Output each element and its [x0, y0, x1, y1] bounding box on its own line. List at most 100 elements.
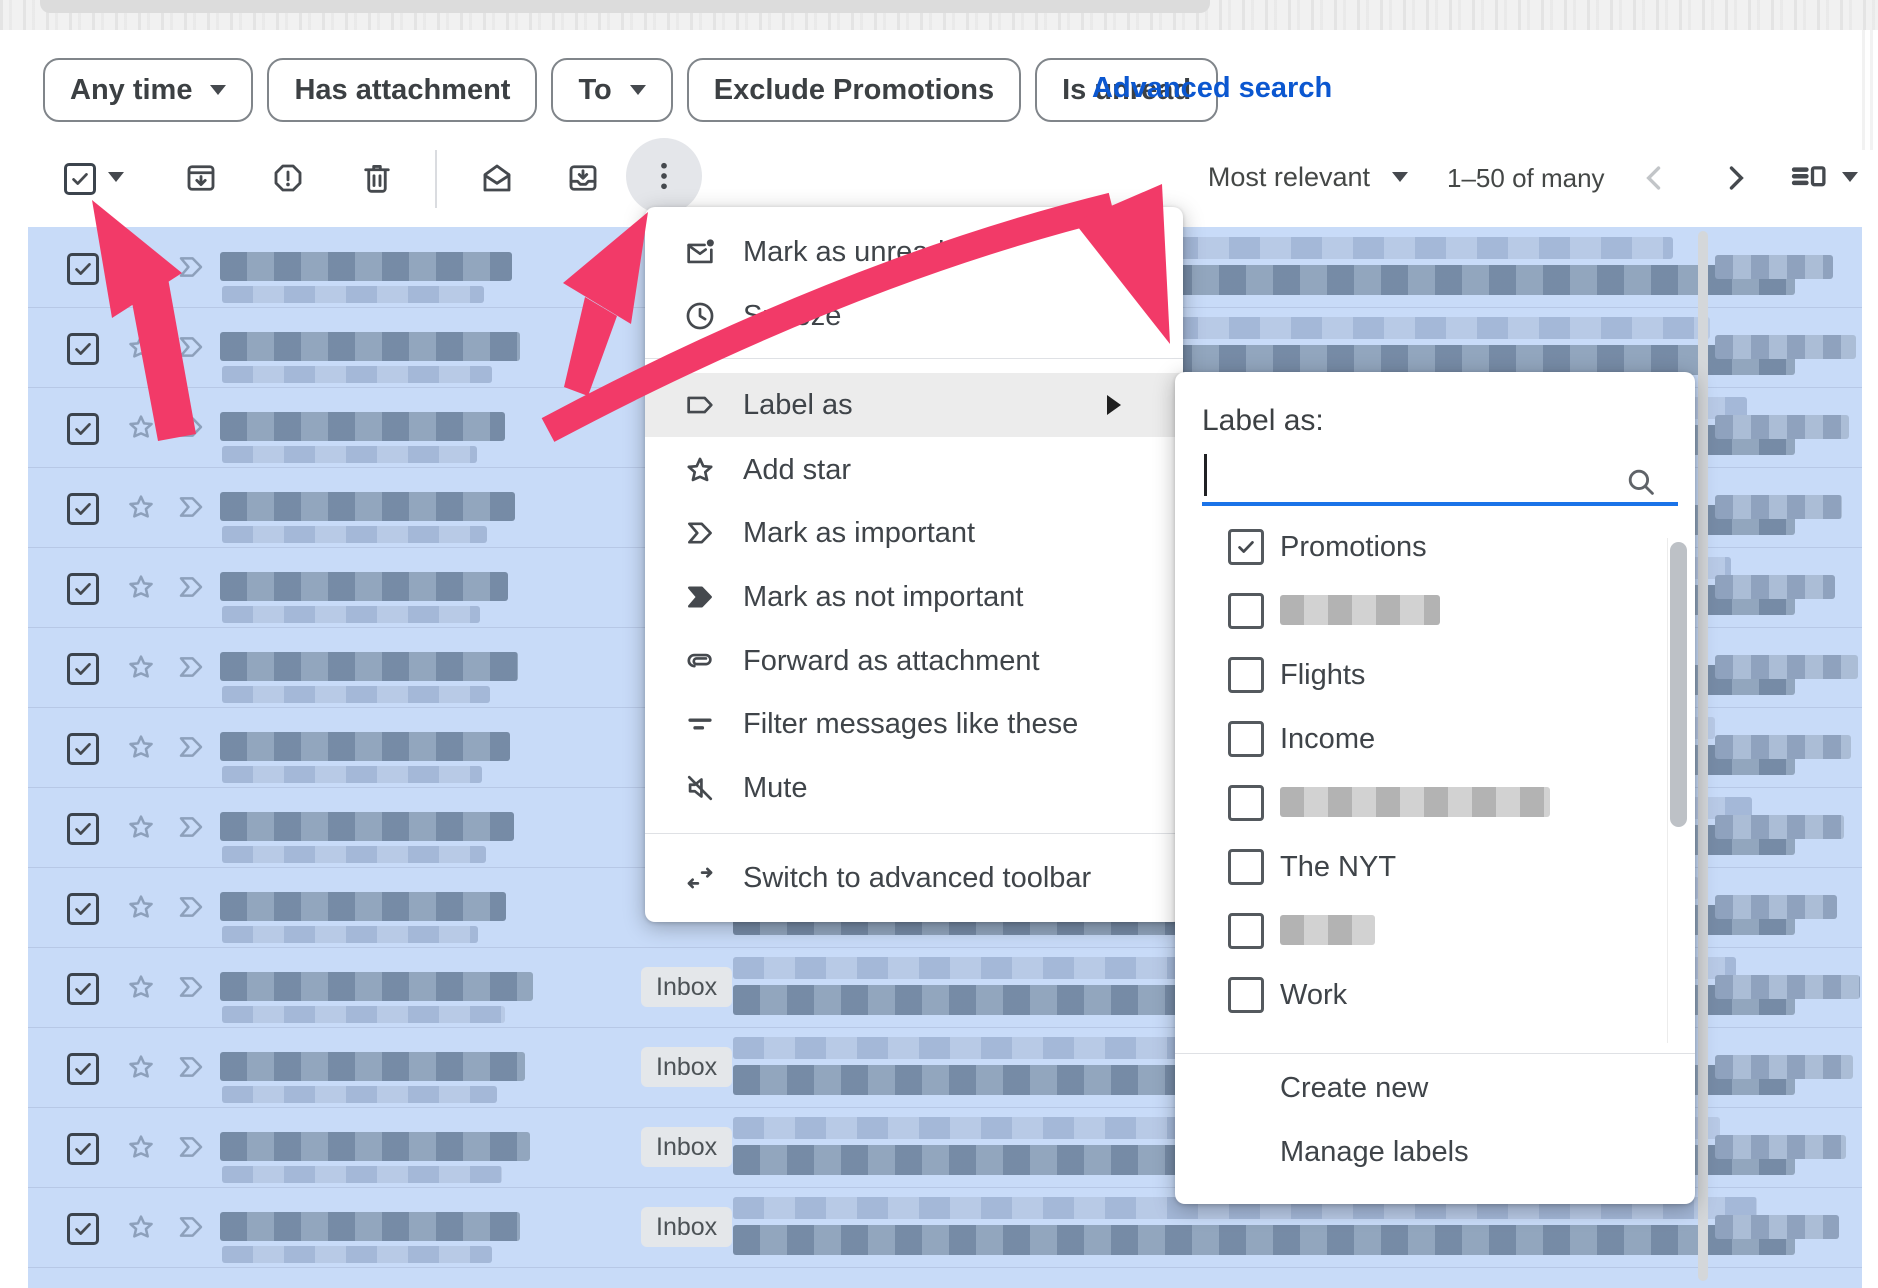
move-to-button[interactable]: [564, 159, 602, 197]
label-search-input[interactable]: [1202, 450, 1678, 502]
chevron-down-icon: [630, 85, 646, 95]
label-item-work[interactable]: Work: [1175, 963, 1661, 1027]
row-checkbox-checked[interactable]: [67, 253, 99, 285]
importance-marker-icon[interactable]: [175, 731, 207, 763]
inbox-label-chip: Inbox: [641, 967, 732, 1007]
newer-page-button[interactable]: [1632, 155, 1678, 201]
menu-item-mute[interactable]: Mute: [645, 756, 1183, 820]
report-spam-button[interactable]: [269, 159, 307, 197]
row-checkbox-checked[interactable]: [67, 1053, 99, 1085]
row-checkbox-checked[interactable]: [67, 413, 99, 445]
select-caret-icon[interactable]: [108, 172, 124, 182]
row-checkbox-checked[interactable]: [67, 893, 99, 925]
split-view-caret-icon[interactable]: [1842, 172, 1858, 182]
row-checkbox-checked[interactable]: [67, 813, 99, 845]
importance-marker-icon[interactable]: [175, 1211, 207, 1243]
star-icon[interactable]: [125, 491, 157, 523]
label-item-income[interactable]: Income: [1175, 707, 1661, 771]
submenu-scrollbar-track[interactable]: [1667, 538, 1668, 1043]
split-view-button[interactable]: [1788, 157, 1830, 204]
menu-item-snooze[interactable]: Snooze: [645, 284, 1183, 348]
filter-chip-any-time[interactable]: Any time: [43, 58, 253, 122]
star-icon[interactable]: [125, 1051, 157, 1083]
star-icon[interactable]: [125, 1211, 157, 1243]
checkbox-unchecked[interactable]: [1228, 913, 1264, 949]
importance-marker-icon[interactable]: [175, 1131, 207, 1163]
menu-item-mark-as-unread[interactable]: Mark as unread: [645, 220, 1183, 284]
label-item-promotions[interactable]: Promotions: [1175, 515, 1661, 579]
mark-as-read-button[interactable]: [478, 159, 516, 197]
row-checkbox-checked[interactable]: [67, 333, 99, 365]
search-icon[interactable]: [1623, 464, 1659, 500]
delete-button[interactable]: [358, 159, 396, 197]
checkbox-unchecked[interactable]: [1228, 657, 1264, 693]
label-item-blurred[interactable]: [1175, 771, 1661, 835]
star-icon[interactable]: [125, 891, 157, 923]
importance-marker-icon[interactable]: [175, 571, 207, 603]
filter-chip-to[interactable]: To: [551, 58, 672, 122]
row-checkbox-checked[interactable]: [67, 1133, 99, 1165]
importance-marker-icon[interactable]: [175, 811, 207, 843]
row-checkbox-checked[interactable]: [67, 733, 99, 765]
menu-item-mark-as-important[interactable]: Mark as important: [645, 501, 1183, 565]
label-item-the-nyt[interactable]: The NYT: [1175, 835, 1661, 899]
checkmark-icon: [72, 818, 94, 840]
older-page-button[interactable]: [1712, 155, 1758, 201]
star-icon[interactable]: [125, 1131, 157, 1163]
more-options-button[interactable]: [626, 138, 702, 214]
blurred-date: [1715, 255, 1833, 279]
checkbox-unchecked[interactable]: [1228, 593, 1264, 629]
importance-marker-icon[interactable]: [175, 971, 207, 1003]
star-icon[interactable]: [125, 411, 157, 443]
label-item-flights[interactable]: Flights: [1175, 643, 1661, 707]
importance-marker-icon[interactable]: [175, 891, 207, 923]
blurred-sender-line2: [222, 1246, 492, 1263]
blurred-date: [1715, 1215, 1839, 1239]
filter-chip-has-attachment[interactable]: Has attachment: [267, 58, 537, 122]
advanced-search-link[interactable]: Advanced search: [1092, 58, 1332, 118]
star-icon[interactable]: [125, 731, 157, 763]
label-item-blurred[interactable]: [1175, 899, 1661, 963]
submenu-scrollbar-thumb[interactable]: [1670, 542, 1687, 827]
sort-dropdown[interactable]: Most relevant: [1130, 162, 1370, 193]
importance-marker-icon[interactable]: [175, 331, 207, 363]
manage-labels-button[interactable]: Manage labels: [1280, 1136, 1469, 1169]
star-icon[interactable]: [125, 571, 157, 603]
importance-marker-icon[interactable]: [175, 411, 207, 443]
row-checkbox-checked[interactable]: [67, 653, 99, 685]
pagination-count: 1–50 of many: [1447, 163, 1605, 194]
star-icon[interactable]: [125, 811, 157, 843]
email-list-scrollbar[interactable]: [1698, 231, 1708, 1281]
menu-item-filter-messages-like-these[interactable]: Filter messages like these: [645, 692, 1183, 756]
filter-chip-exclude-promotions[interactable]: Exclude Promotions: [687, 58, 1021, 122]
checkbox-unchecked[interactable]: [1228, 977, 1264, 1013]
menu-item-label: Mute: [743, 772, 807, 805]
label-item-blurred[interactable]: [1175, 579, 1661, 643]
checkbox-checked[interactable]: [1228, 529, 1264, 565]
importance-marker-icon[interactable]: [175, 251, 207, 283]
sort-caret-icon[interactable]: [1392, 172, 1408, 182]
importance-marker-icon[interactable]: [175, 651, 207, 683]
checkbox-unchecked[interactable]: [1228, 849, 1264, 885]
row-checkbox-checked[interactable]: [67, 973, 99, 1005]
row-checkbox-checked[interactable]: [67, 1213, 99, 1245]
row-checkbox-checked[interactable]: [67, 573, 99, 605]
importance-marker-icon[interactable]: [175, 1051, 207, 1083]
star-icon[interactable]: [125, 971, 157, 1003]
select-all-checkbox[interactable]: [64, 163, 96, 195]
checkbox-unchecked[interactable]: [1228, 721, 1264, 757]
checkmark-icon: [1235, 536, 1257, 558]
menu-item-mark-as-not-important[interactable]: Mark as not important: [645, 565, 1183, 629]
menu-item-label-as[interactable]: Label as: [645, 373, 1183, 437]
checkbox-unchecked[interactable]: [1228, 785, 1264, 821]
archive-button[interactable]: [182, 159, 220, 197]
menu-item-switch-to-advanced-toolbar[interactable]: Switch to advanced toolbar: [645, 846, 1183, 910]
star-icon[interactable]: [125, 651, 157, 683]
row-checkbox-checked[interactable]: [67, 493, 99, 525]
star-icon[interactable]: [125, 251, 157, 283]
menu-item-forward-as-attachment[interactable]: Forward as attachment: [645, 629, 1183, 693]
menu-item-add-star[interactable]: Add star: [645, 438, 1183, 502]
star-icon[interactable]: [125, 331, 157, 363]
create-new-label-button[interactable]: Create new: [1280, 1072, 1428, 1105]
importance-marker-icon[interactable]: [175, 491, 207, 523]
